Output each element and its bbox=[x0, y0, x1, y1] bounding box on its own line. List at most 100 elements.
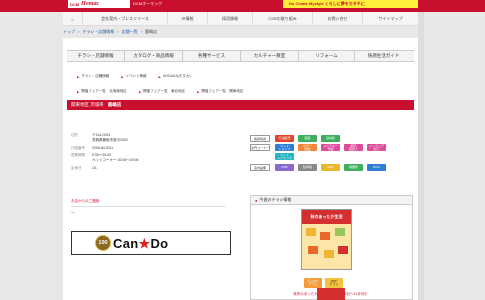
star-icon: ★ bbox=[138, 236, 151, 251]
nav-ir[interactable]: IR情報 bbox=[168, 12, 208, 26]
svc-row: ペット トリミング bbox=[250, 153, 410, 160]
shop-region: 関東地区 茨城県 bbox=[71, 102, 104, 107]
cnav-catalog[interactable]: カタログ・商品情報 bbox=[125, 51, 183, 61]
svc-tag-icon[interactable]: 資材館 bbox=[321, 135, 340, 142]
flyer-box: ● 今週のチラシ情報 秋のあったか生活 デジタル チラシ PDF チラシ 秋冬の… bbox=[250, 195, 413, 300]
info-row-address: 住所 〒314-0031 茨城県鹿嶋市宮中2002 bbox=[71, 133, 139, 143]
breadcrumb-sep-icon: › bbox=[140, 29, 142, 34]
sub-nav-1: ▶ チラシ・店舗情報 ▶ イベント情報 ▶ HODAKA(ホダカ) bbox=[77, 74, 203, 79]
triangle-icon: ▶ bbox=[121, 74, 124, 79]
flyer-product-block bbox=[324, 250, 334, 258]
svc-row-label: 店内設備 bbox=[250, 164, 270, 171]
flyer-title: 秋のあったか生活 bbox=[302, 210, 351, 224]
triangle-icon: ▶ bbox=[138, 89, 142, 94]
subnav-label: HODAKA(ホダカ) bbox=[162, 74, 191, 78]
info-label: 代表番号 bbox=[71, 145, 85, 150]
flyer-product-block bbox=[335, 228, 345, 236]
info-row-phone: 代表番号 0299-84-5111 bbox=[71, 146, 139, 151]
home-icon[interactable]: ⌂ bbox=[63, 12, 83, 26]
cnav-culture[interactable]: カルチャー教室 bbox=[241, 51, 299, 61]
svc-tag-icon[interactable]: ペット ショップ bbox=[275, 144, 294, 151]
breadcrumb-top[interactable]: トップ bbox=[63, 29, 75, 35]
svc-tag-icon[interactable]: インテリア 加工 bbox=[367, 144, 386, 151]
breadcrumb-current: 鹿嶋店 bbox=[144, 29, 157, 34]
svc-tag-icon[interactable]: 灯油販売 bbox=[275, 135, 294, 142]
flyer-thumbnail-2[interactable] bbox=[317, 288, 345, 300]
flyer-product-block bbox=[306, 228, 316, 236]
nav-sitemap[interactable]: サイトマップ bbox=[363, 12, 418, 26]
cnav-services[interactable]: 各種サービス bbox=[183, 51, 241, 61]
breadcrumb: トップ › チラシ・店舗情報 › 店舗一覧 › 鹿嶋店 bbox=[63, 29, 157, 35]
digital-flyer-button[interactable]: デジタル チラシ bbox=[304, 278, 322, 288]
shop-title-bar: 関東地区 茨城県 鹿嶋店 bbox=[67, 100, 414, 110]
flyer-heading-text: 今週のチラシ情報 bbox=[259, 197, 292, 202]
nav-recruit[interactable]: 採用情報 bbox=[208, 12, 253, 26]
info-value: 0299-84-5111 bbox=[92, 145, 114, 150]
svc-tag-icon[interactable]: AED bbox=[321, 164, 340, 171]
subnav-item[interactable]: ▶ 開催フェア一覧 東北地区 bbox=[139, 89, 185, 94]
brand-subtitle: DCMホーマック bbox=[133, 1, 163, 6]
nav-company[interactable]: 会社案内・プレスリリース bbox=[83, 12, 168, 26]
breadcrumb-flyer[interactable]: チラシ・店舗情報 bbox=[82, 29, 114, 35]
cando-banner[interactable]: 100 Can★Do bbox=[71, 231, 231, 255]
subnav-item[interactable]: ▶ HODAKA(ホダカ) bbox=[159, 74, 191, 79]
subnav-item[interactable]: ▶ イベント情報 bbox=[121, 74, 146, 79]
svc-tag-icon[interactable]: 喫煙所 bbox=[344, 164, 363, 171]
svc-row-label: 取扱情報 bbox=[250, 135, 270, 142]
info-row-hours: 営業時間 9:30～20:00 ペットコーナー 10:00～19:00 bbox=[71, 153, 139, 163]
sub-nav-2: ▶ 開催フェア一覧 北海道地区 ▶ 開催フェア一覧 東北地区 ▶ 開催フェア一覧 関東… bbox=[77, 89, 255, 94]
breadcrumb-sep-icon: › bbox=[78, 29, 80, 34]
subnav-label: 開催フェア一覧 北海道地区 bbox=[81, 89, 127, 93]
brand-dcm-text: DCM bbox=[70, 1, 80, 7]
brand-homac-text: Homac bbox=[81, 1, 100, 7]
slogan-banner: Do Create Mystyle くらしに夢をカタチに bbox=[283, 0, 418, 8]
brand-logo[interactable]: DCM Homac bbox=[68, 0, 130, 8]
contact-value: ― bbox=[71, 209, 75, 214]
flyer-buttons: デジタル チラシ PDF チラシ bbox=[304, 278, 343, 288]
breadcrumb-sep-icon: › bbox=[117, 29, 119, 34]
info-value: 9:30～20:00 ペットコーナー 10:00～19:00 bbox=[92, 153, 139, 162]
svc-row: 店内設備 ATM 駐車場 AED 喫煙所 Wi-Fi bbox=[250, 164, 410, 171]
svc-tag-icon[interactable]: ATM bbox=[275, 164, 294, 171]
shop-info: 住所 〒314-0031 茨城県鹿嶋市宮中2002 代表番号 0299-84-5… bbox=[71, 133, 139, 173]
subnav-label: イベント情報 bbox=[125, 74, 147, 78]
svc-tag-icon[interactable]: ペット トリミング bbox=[275, 153, 294, 160]
subnav-item[interactable]: ▶ 開催フェア一覧 関東地区 bbox=[197, 89, 243, 94]
cnav-guide[interactable]: 快適生活ガイド bbox=[355, 51, 412, 61]
info-label: 定休日 bbox=[71, 165, 82, 170]
flyer-product-block bbox=[308, 246, 318, 254]
subnav-label: 開催フェア一覧 関東地区 bbox=[201, 89, 244, 93]
svc-tag-icon[interactable]: 園芸 bbox=[298, 135, 317, 142]
svc-tag-icon[interactable]: Wi-Fi bbox=[367, 164, 386, 171]
breadcrumb-shoplist[interactable]: 店舗一覧 bbox=[122, 29, 138, 35]
triangle-icon: ▶ bbox=[77, 89, 80, 94]
triangle-icon: ▶ bbox=[77, 74, 80, 79]
shop-name: 鹿嶋店 bbox=[107, 102, 122, 107]
triangle-icon: ▶ bbox=[158, 74, 161, 79]
subnav-item[interactable]: ▶ チラシ・店舗情報 bbox=[77, 74, 109, 79]
nav-contact[interactable]: お問い合せ bbox=[313, 12, 363, 26]
svc-tag-icon[interactable]: カラー 調合 bbox=[298, 144, 317, 151]
nav-csr[interactable]: CSRの取り組み bbox=[253, 12, 313, 26]
cnav-reform[interactable]: リフォーム bbox=[299, 51, 355, 61]
svc-row: 専門コーナー ペット ショップ カラー 調合 スペアキー 作製 網戸 張替え イ… bbox=[250, 144, 410, 151]
scrollbar[interactable] bbox=[418, 12, 424, 300]
info-value: 〒314-0031 茨城県鹿嶋市宮中2002 bbox=[92, 133, 128, 142]
subnav-item[interactable]: ▶ 開催フェア一覧 北海道地区 bbox=[77, 89, 127, 94]
pdf-flyer-button[interactable]: PDF チラシ bbox=[325, 278, 343, 288]
cando-logo-text: Can★Do bbox=[113, 236, 168, 252]
svc-tag-icon[interactable]: スペアキー 作製 bbox=[321, 144, 340, 151]
info-value: 1/1 bbox=[92, 165, 97, 170]
circle-icon: ● bbox=[255, 197, 258, 203]
triangle-icon: ▶ bbox=[197, 89, 200, 94]
flyer-thumbnail[interactable]: 秋のあったか生活 bbox=[301, 209, 352, 270]
svc-tag-icon[interactable]: 駐車場 bbox=[298, 164, 317, 171]
cnav-flyer[interactable]: チラシ・店舗情報 bbox=[67, 51, 125, 61]
subnav-label: 開催フェア一覧 東北地区 bbox=[143, 89, 186, 93]
subnav-label: チラシ・店舗情報 bbox=[81, 74, 110, 78]
cando-text-b: Do bbox=[150, 236, 169, 251]
site-header: DCM Homac DCMホーマック Do Create Mystyle くらし… bbox=[0, 0, 485, 12]
flyer-product-block bbox=[320, 232, 330, 240]
service-icons: 取扱情報 灯油販売 園芸 資材館 専門コーナー ペット ショップ カラー 調合 … bbox=[250, 135, 410, 173]
svc-tag-icon[interactable]: 網戸 張替え bbox=[344, 144, 363, 151]
